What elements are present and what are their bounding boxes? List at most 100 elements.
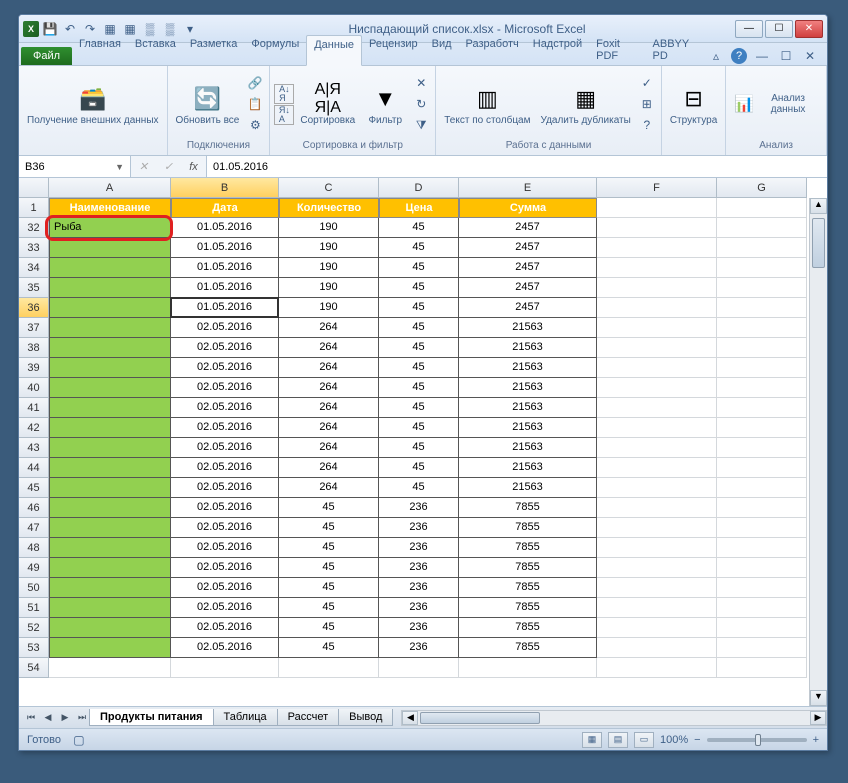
connections-icon[interactable]: 🔗 — [245, 73, 265, 93]
cell[interactable] — [459, 658, 597, 678]
cell[interactable] — [717, 438, 807, 458]
header-cell[interactable]: Наименование — [49, 198, 171, 218]
cell[interactable] — [597, 658, 717, 678]
row-header-53[interactable]: 53 — [19, 638, 49, 658]
cell[interactable] — [597, 378, 717, 398]
cell[interactable] — [49, 518, 171, 538]
row-header-52[interactable]: 52 — [19, 618, 49, 638]
row-header-36[interactable]: 36 — [19, 298, 49, 318]
cell[interactable]: 7855 — [459, 558, 597, 578]
cell[interactable] — [597, 458, 717, 478]
cell[interactable]: 02.05.2016 — [171, 558, 279, 578]
refresh-all-button[interactable]: 🔄 Обновить все — [172, 81, 244, 128]
cell[interactable]: 264 — [279, 478, 379, 498]
cell[interactable] — [49, 398, 171, 418]
ribbon-minimize-icon[interactable]: ▵ — [707, 47, 725, 65]
cell[interactable] — [49, 338, 171, 358]
cell[interactable] — [717, 238, 807, 258]
help-icon[interactable]: ? — [731, 48, 747, 64]
row-header-40[interactable]: 40 — [19, 378, 49, 398]
cell[interactable] — [49, 438, 171, 458]
cell[interactable] — [49, 618, 171, 638]
cell[interactable]: 2457 — [459, 278, 597, 298]
cell[interactable] — [597, 218, 717, 238]
scroll-left-icon[interactable]: ◀ — [402, 711, 418, 725]
cell[interactable] — [717, 498, 807, 518]
vertical-scrollbar[interactable]: ▲ ▼ — [809, 198, 827, 706]
scroll-up-icon[interactable]: ▲ — [810, 198, 827, 214]
cell[interactable]: 264 — [279, 378, 379, 398]
horizontal-scrollbar[interactable]: ◀ ▶ — [401, 710, 827, 726]
cell[interactable]: 236 — [379, 538, 459, 558]
cell[interactable]: 264 — [279, 398, 379, 418]
scroll-right-icon[interactable]: ▶ — [810, 711, 826, 725]
text-to-columns-button[interactable]: ▥ Текст по столбцам — [440, 81, 534, 128]
cell[interactable] — [717, 638, 807, 658]
cell[interactable]: 01.05.2016 — [171, 258, 279, 278]
enter-formula-icon[interactable]: ✓ — [156, 156, 181, 177]
cell[interactable]: 45 — [379, 238, 459, 258]
sheet-nav-last[interactable]: ⏭ — [74, 710, 90, 726]
cell[interactable] — [717, 398, 807, 418]
cell[interactable]: 21563 — [459, 338, 597, 358]
cell[interactable] — [49, 298, 171, 318]
cell[interactable]: 190 — [279, 298, 379, 318]
cell[interactable] — [597, 598, 717, 618]
cell[interactable] — [597, 418, 717, 438]
cell[interactable] — [597, 238, 717, 258]
sort-asc-icon[interactable]: А↓Я — [274, 84, 294, 104]
file-tab[interactable]: Файл — [21, 47, 72, 65]
save-icon[interactable]: 💾 — [41, 20, 59, 38]
cell[interactable] — [49, 658, 171, 678]
tab-foxit pdf[interactable]: Foxit PDF — [589, 35, 645, 65]
cell[interactable]: 45 — [279, 578, 379, 598]
fx-button[interactable]: fx — [181, 156, 207, 177]
cell[interactable]: 45 — [379, 478, 459, 498]
tab-abbyy pd[interactable]: ABBYY PD — [646, 35, 707, 65]
tab-разработч[interactable]: Разработч — [459, 35, 526, 65]
cell[interactable]: 45 — [379, 458, 459, 478]
cell[interactable]: 02.05.2016 — [171, 518, 279, 538]
cell[interactable]: 2457 — [459, 298, 597, 318]
mdi-restore[interactable]: ☐ — [777, 47, 795, 65]
filter-button[interactable]: ▼ Фильтр — [361, 81, 409, 128]
cell[interactable] — [49, 358, 171, 378]
cell[interactable]: 02.05.2016 — [171, 418, 279, 438]
row-header-32[interactable]: 32 — [19, 218, 49, 238]
cell[interactable]: 21563 — [459, 458, 597, 478]
cell[interactable] — [597, 358, 717, 378]
header-cell[interactable]: Количество — [279, 198, 379, 218]
cell[interactable]: 45 — [279, 498, 379, 518]
cell[interactable] — [49, 478, 171, 498]
cell[interactable]: 21563 — [459, 438, 597, 458]
cell[interactable] — [717, 578, 807, 598]
row-header-43[interactable]: 43 — [19, 438, 49, 458]
cell[interactable] — [717, 298, 807, 318]
tab-надстрой[interactable]: Надстрой — [526, 35, 589, 65]
header-cell[interactable]: Цена — [379, 198, 459, 218]
zoom-level[interactable]: 100% — [660, 734, 688, 746]
cell[interactable]: 190 — [279, 278, 379, 298]
cell[interactable]: 7855 — [459, 638, 597, 658]
cell[interactable]: 236 — [379, 618, 459, 638]
worksheet[interactable]: ABCDEFG 13233343536373839404142434445464… — [19, 178, 827, 706]
cell[interactable] — [597, 338, 717, 358]
outline-button[interactable]: ⊟ Структура — [666, 81, 721, 128]
cell[interactable] — [49, 458, 171, 478]
cell[interactable]: 236 — [379, 498, 459, 518]
cell[interactable]: 45 — [379, 318, 459, 338]
header-cell[interactable]: Дата — [171, 198, 279, 218]
cell[interactable]: 02.05.2016 — [171, 458, 279, 478]
cell[interactable] — [597, 538, 717, 558]
cell[interactable]: 2457 — [459, 218, 597, 238]
reapply-icon[interactable]: ↻ — [411, 94, 431, 114]
row-header-51[interactable]: 51 — [19, 598, 49, 618]
cell[interactable]: 21563 — [459, 478, 597, 498]
cell[interactable] — [49, 278, 171, 298]
select-all-corner[interactable] — [19, 178, 49, 198]
cell[interactable]: 264 — [279, 418, 379, 438]
column-header-C[interactable]: C — [279, 178, 379, 198]
scroll-thumb[interactable] — [812, 218, 825, 268]
zoom-in-icon[interactable]: + — [813, 734, 819, 746]
cell[interactable]: 45 — [379, 298, 459, 318]
